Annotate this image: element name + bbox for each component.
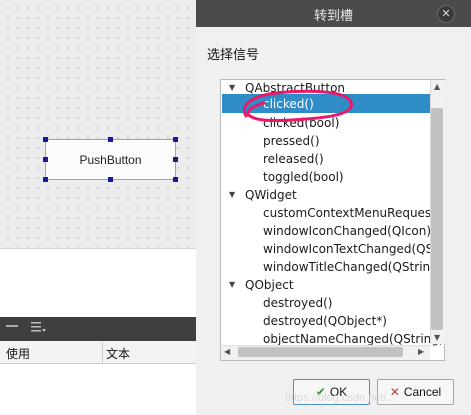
signal-window-icon-text-changed[interactable]: windowIconTextChanged(QString) <box>263 240 444 258</box>
expand-arrow-icon[interactable]: ▼ <box>229 276 235 294</box>
signal-pressed[interactable]: pressed() <box>263 132 320 150</box>
scroll-left-icon[interactable]: ◀ <box>224 347 230 356</box>
close-button[interactable]: ✕ <box>437 5 455 23</box>
signal-destroyed-qobject[interactable]: destroyed(QObject*) <box>263 312 387 330</box>
expand-arrow-icon[interactable]: ▼ <box>229 186 235 204</box>
resize-handle-right[interactable] <box>173 157 178 162</box>
expand-arrow-icon[interactable]: ▼ <box>229 80 235 97</box>
resize-handle-bottom-left[interactable] <box>43 177 48 182</box>
minimize-icon[interactable] <box>6 325 18 327</box>
watermark: https://blog.csdn.net/... <box>285 392 396 404</box>
signal-toggled-bool[interactable]: toggled(bool) <box>263 168 344 186</box>
tree-group-qwidget[interactable]: QWidget <box>245 186 297 204</box>
scroll-up-icon[interactable]: ▲ <box>434 82 440 91</box>
list-menu-icon[interactable] <box>30 320 46 334</box>
column-header-text[interactable]: 文本 <box>106 345 130 362</box>
table-body <box>0 364 196 415</box>
signal-clicked-bool[interactable]: clicked(bool) <box>263 114 339 132</box>
horizontal-scroll-thumb[interactable] <box>238 347 403 357</box>
resize-handle-top-left[interactable] <box>43 137 48 142</box>
column-header-usage[interactable]: 使用 <box>6 345 30 362</box>
vertical-scroll-thumb[interactable] <box>431 108 443 330</box>
signal-clicked[interactable]: clicked() <box>263 95 314 113</box>
resize-handle-bottom[interactable] <box>108 177 113 182</box>
signal-destroyed[interactable]: destroyed() <box>263 294 332 312</box>
signal-window-title-changed[interactable]: windowTitleChanged(QString) <box>263 258 442 276</box>
resize-handle-bottom-right[interactable] <box>173 177 178 182</box>
resize-handle-left[interactable] <box>43 157 48 162</box>
push-button-widget[interactable]: PushButton <box>45 139 176 180</box>
resize-handle-top-right[interactable] <box>173 137 178 142</box>
scroll-right-icon[interactable]: ▶ <box>418 347 424 356</box>
resize-handle-top[interactable] <box>108 137 113 142</box>
cancel-label: Cancel <box>403 385 442 399</box>
column-divider[interactable] <box>102 342 103 362</box>
close-icon: ✕ <box>441 7 451 20</box>
tree-group-qobject[interactable]: QObject <box>245 276 294 294</box>
scroll-down-icon[interactable]: ▼ <box>434 333 440 342</box>
signal-tree[interactable]: ▼ QAbstractButton clicked() clicked(bool… <box>220 79 445 361</box>
signal-released[interactable]: released() <box>263 150 324 168</box>
dialog-title: 转到槽 <box>313 9 353 24</box>
signal-custom-context-menu-requested[interactable]: customContextMenuRequested(QPoint) <box>263 204 444 222</box>
signal-window-icon-changed[interactable]: windowIconChanged(QIcon) <box>263 222 431 240</box>
form-canvas[interactable] <box>0 0 196 248</box>
select-signal-label: 选择信号 <box>207 48 260 63</box>
editor-pane <box>0 248 196 318</box>
